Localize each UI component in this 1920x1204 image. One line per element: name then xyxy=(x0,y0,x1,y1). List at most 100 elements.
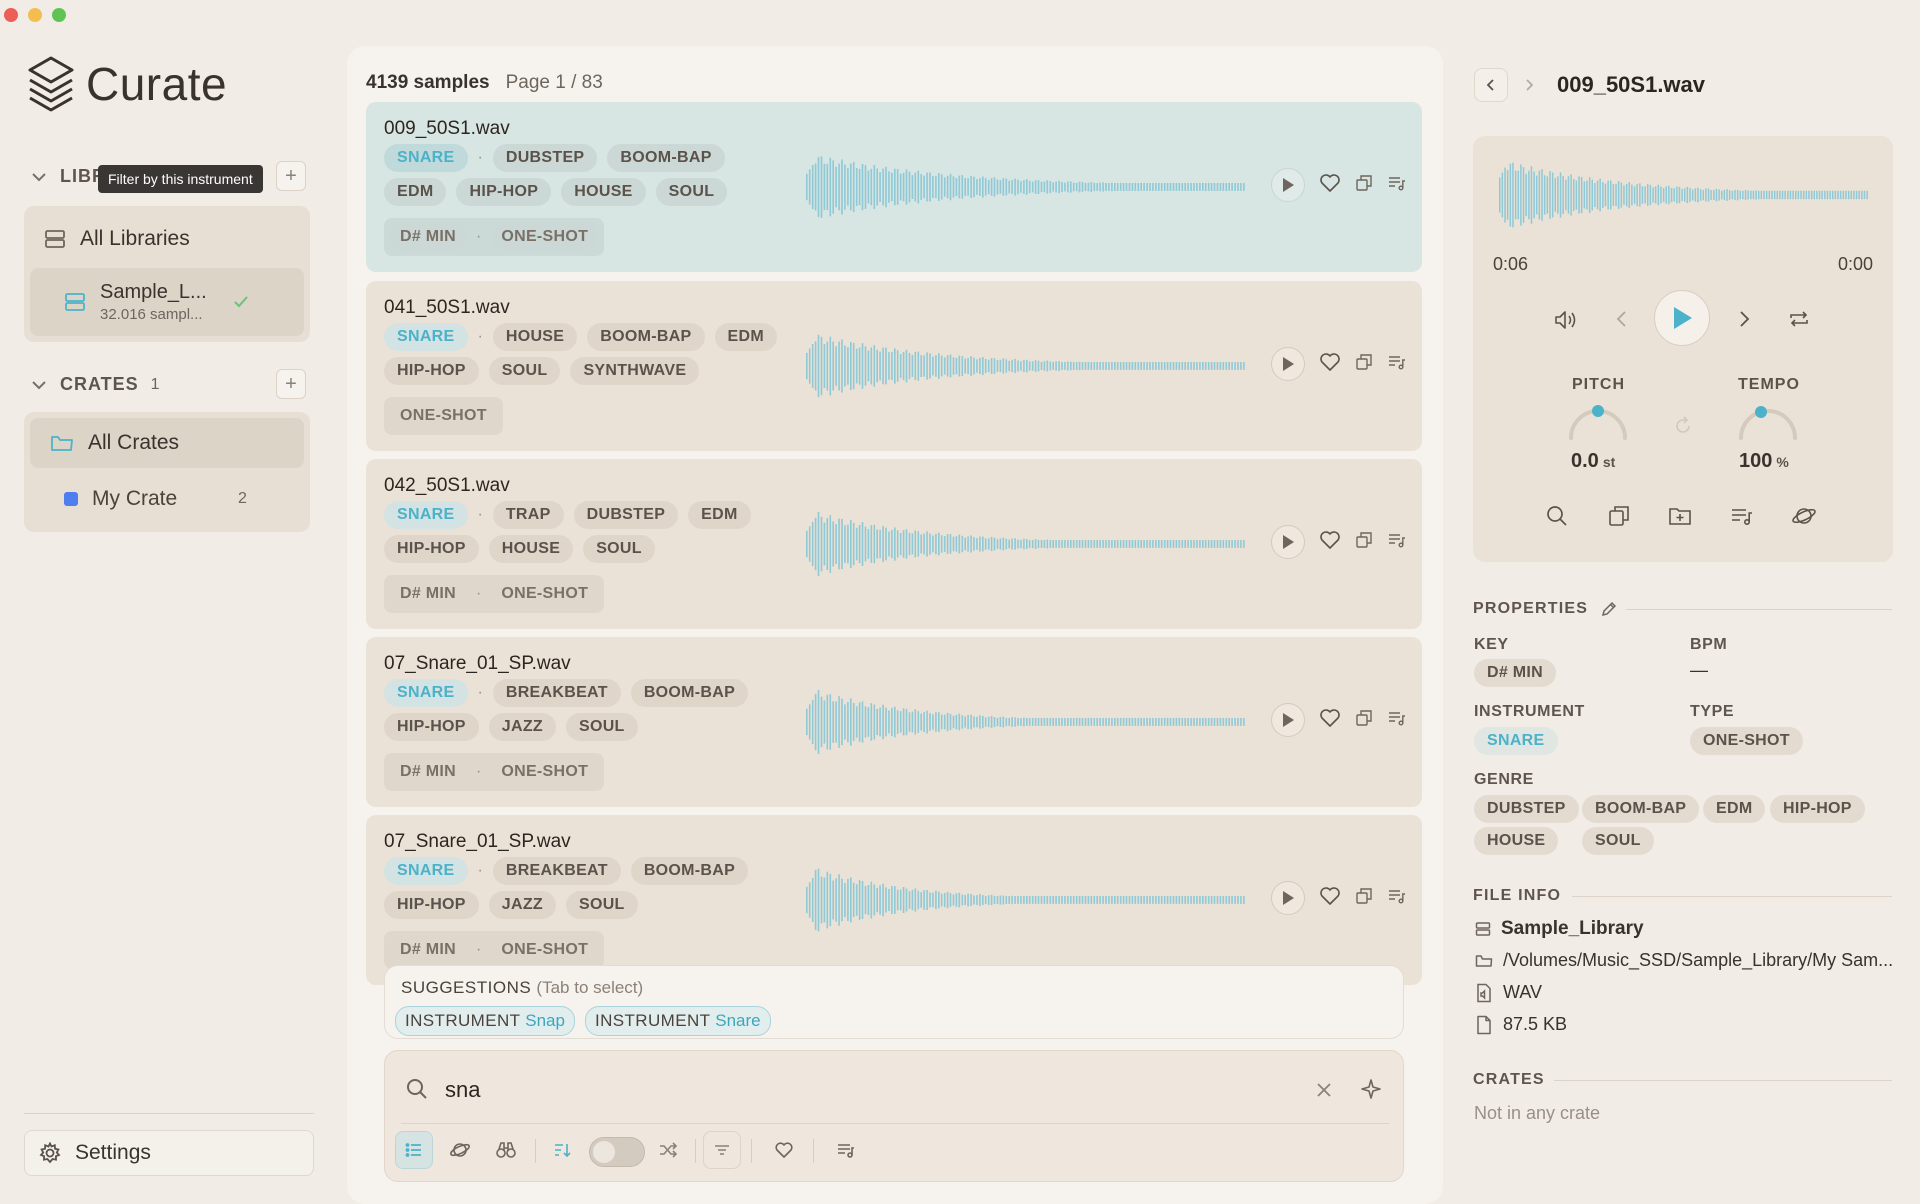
key-tag[interactable]: D# MIN xyxy=(390,937,466,963)
genre-tag[interactable]: SOUL xyxy=(565,713,638,741)
genre-tag[interactable]: HIP-HOP xyxy=(1770,795,1865,823)
sidebar-item-all-crates[interactable]: All Crates xyxy=(30,418,304,468)
explore-button[interactable] xyxy=(1791,504,1817,533)
copy-sample-button[interactable] xyxy=(1355,531,1373,554)
type-tag[interactable]: ONE-SHOT xyxy=(1690,727,1803,755)
play-button[interactable] xyxy=(1654,290,1710,346)
path-row[interactable]: /Volumes/Music_SSD/Sample_Library/My Sam… xyxy=(1475,950,1893,971)
genre-tag[interactable]: TRAP xyxy=(492,501,564,529)
play-sample-button[interactable] xyxy=(1271,168,1305,202)
genre-tag[interactable]: SOUL xyxy=(565,891,638,919)
playlist-button[interactable] xyxy=(827,1131,865,1169)
sort-button[interactable] xyxy=(543,1131,581,1169)
genre-tag[interactable]: HIP-HOP xyxy=(384,891,479,919)
copy-button[interactable] xyxy=(1607,504,1631,533)
genre-tag[interactable]: BOOM-BAP xyxy=(1582,795,1700,823)
sample-card[interactable]: 041_50S1.wav SNARE · HOUSE BOOM-BAP EDM HIP-HO… xyxy=(366,281,1422,451)
genre-tag[interactable]: HOUSE xyxy=(488,535,574,563)
add-to-crate-button[interactable] xyxy=(1668,504,1692,533)
genre-tag[interactable]: HIP-HOP xyxy=(384,535,479,563)
waveform-container[interactable] xyxy=(806,333,1246,404)
copy-sample-button[interactable] xyxy=(1355,174,1373,197)
sidebar-item-sample-library[interactable]: Sample_L... 32.016 sampl... xyxy=(30,268,304,336)
favorite-button[interactable] xyxy=(1319,886,1341,911)
genre-tag[interactable]: EDM xyxy=(1703,795,1766,823)
waveform[interactable] xyxy=(806,511,1246,577)
genre-tag[interactable]: DUBSTEP xyxy=(573,501,679,529)
waveform[interactable] xyxy=(806,867,1246,933)
waveform-container[interactable] xyxy=(806,511,1246,582)
reset-icon[interactable] xyxy=(1671,414,1695,438)
genre-tag[interactable]: HOUSE xyxy=(1474,827,1559,855)
search-input[interactable] xyxy=(445,1077,1295,1103)
waveform-display[interactable] xyxy=(1499,160,1869,230)
play-sample-button[interactable] xyxy=(1271,525,1305,559)
genre-tag[interactable]: SOUL xyxy=(583,535,655,563)
type-tag[interactable]: ONE-SHOT xyxy=(491,581,598,607)
pencil-icon[interactable] xyxy=(1600,600,1618,618)
type-tag[interactable]: ONE-SHOT xyxy=(390,403,497,429)
waveform[interactable] xyxy=(806,154,1246,220)
clear-search-icon[interactable] xyxy=(1315,1081,1333,1099)
genre-tag[interactable]: SOUL xyxy=(1582,827,1654,855)
suggestion-chip[interactable]: INSTRUMENT Snap xyxy=(395,1006,575,1036)
waveform-container[interactable] xyxy=(806,154,1246,225)
filter-button[interactable] xyxy=(703,1131,741,1169)
tempo-knob[interactable] xyxy=(1735,400,1801,444)
libraries-section-header[interactable]: LIBR xyxy=(30,166,106,187)
sample-card[interactable]: 07_Snare_01_SP.wav SNARE · BREAKBEAT BOOM-BA… xyxy=(366,815,1422,985)
shuffle-button[interactable] xyxy=(649,1131,687,1169)
add-to-playlist-button[interactable] xyxy=(1387,887,1407,910)
planet-view-button[interactable] xyxy=(441,1131,479,1169)
similar-button[interactable] xyxy=(487,1131,525,1169)
favorite-button[interactable] xyxy=(1319,352,1341,377)
genre-tag[interactable]: BOOM-BAP xyxy=(587,323,705,351)
sample-card[interactable]: 042_50S1.wav SNARE · TRAP DUBSTEP EDM HIP-HOP H… xyxy=(366,459,1422,629)
add-to-playlist-button[interactable] xyxy=(1387,353,1407,376)
suggestion-chip[interactable]: INSTRUMENT Snare xyxy=(584,1006,771,1036)
genre-tag[interactable]: BREAKBEAT xyxy=(492,857,621,885)
waveform-container[interactable] xyxy=(806,867,1246,938)
add-to-playlist-button[interactable] xyxy=(1730,504,1754,533)
key-tag[interactable]: D# MIN xyxy=(390,224,467,250)
settings-button[interactable]: Settings xyxy=(24,1130,314,1176)
play-sample-button[interactable] xyxy=(1271,347,1305,381)
copy-sample-button[interactable] xyxy=(1355,353,1373,376)
favorite-button[interactable] xyxy=(1319,530,1341,555)
autoplay-toggle[interactable] xyxy=(589,1137,645,1167)
type-tag[interactable]: ONE-SHOT xyxy=(491,759,598,785)
genre-tag[interactable]: HIP-HOP xyxy=(384,713,479,741)
waveform[interactable] xyxy=(806,689,1246,755)
genre-tag[interactable]: SOUL xyxy=(655,178,728,206)
genre-tag[interactable]: BOOM-BAP xyxy=(630,679,749,707)
genre-tag[interactable]: BREAKBEAT xyxy=(492,679,621,707)
type-tag[interactable]: ONE-SHOT xyxy=(491,224,599,250)
genre-tag[interactable]: HOUSE xyxy=(492,323,578,351)
list-view-button[interactable] xyxy=(395,1131,433,1169)
genre-tag[interactable]: SOUL xyxy=(488,357,561,385)
instrument-tag[interactable]: SNARE xyxy=(384,144,468,172)
add-crate-button[interactable]: + xyxy=(276,369,306,399)
pitch-knob[interactable] xyxy=(1565,400,1631,444)
play-sample-button[interactable] xyxy=(1271,881,1305,915)
add-to-playlist-button[interactable] xyxy=(1387,531,1407,554)
favorite-button[interactable] xyxy=(1319,173,1341,198)
instrument-tag[interactable]: SNARE xyxy=(384,679,468,707)
play-sample-button[interactable] xyxy=(1271,703,1305,737)
favorites-filter-button[interactable] xyxy=(765,1131,803,1169)
volume-button[interactable] xyxy=(1553,308,1579,332)
genre-tag[interactable]: BOOM-BAP xyxy=(630,857,749,885)
genre-tag[interactable]: HIP-HOP xyxy=(456,178,552,206)
instrument-tag[interactable]: SNARE xyxy=(1474,727,1558,755)
genre-tag[interactable]: HIP-HOP xyxy=(384,357,479,385)
genre-tag[interactable]: EDM xyxy=(384,178,447,206)
genre-tag[interactable]: EDM xyxy=(688,501,751,529)
loop-button[interactable] xyxy=(1787,308,1811,330)
waveform[interactable] xyxy=(806,333,1246,399)
instrument-tag[interactable]: SNARE xyxy=(384,857,468,885)
sidebar-item-all-libraries[interactable]: All Libraries xyxy=(24,218,310,260)
genre-tag[interactable]: JAZZ xyxy=(488,891,556,919)
favorite-button[interactable] xyxy=(1319,708,1341,733)
instrument-tag[interactable]: SNARE xyxy=(384,323,468,351)
genre-tag[interactable]: EDM xyxy=(714,323,778,351)
